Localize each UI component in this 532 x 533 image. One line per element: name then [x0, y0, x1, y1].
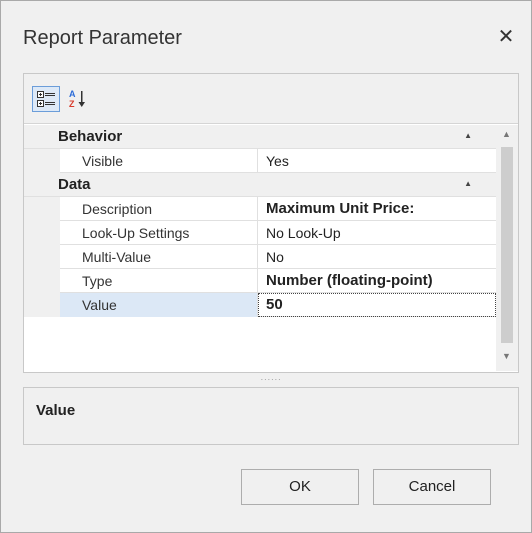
- collapse-icon[interactable]: ▲: [464, 131, 472, 140]
- property-row-value[interactable]: Value 50: [24, 293, 496, 317]
- alphabetical-sort-button[interactable]: A Z: [64, 86, 92, 112]
- close-icon: ✕: [497, 26, 515, 48]
- category-label: Behavior: [58, 128, 123, 145]
- property-value-field[interactable]: Maximum Unit Price:: [258, 197, 496, 221]
- scroll-up-icon[interactable]: ▲: [502, 129, 511, 139]
- property-name: Multi-Value: [60, 245, 258, 269]
- category-data[interactable]: Data ▲: [24, 173, 496, 197]
- property-value-field[interactable]: Yes: [258, 149, 496, 173]
- categorized-view-button[interactable]: [32, 86, 60, 112]
- category-label: Data: [58, 176, 91, 193]
- property-row-visible[interactable]: Visible Yes: [24, 149, 496, 173]
- cancel-button[interactable]: Cancel: [373, 469, 491, 505]
- property-value-field[interactable]: No Look-Up: [258, 221, 496, 245]
- dialog-title: Report Parameter: [23, 27, 182, 49]
- property-name: Type: [60, 269, 258, 293]
- ok-button[interactable]: OK: [241, 469, 359, 505]
- collapse-icon[interactable]: ▲: [464, 179, 472, 188]
- property-value-field[interactable]: No: [258, 245, 496, 269]
- property-row-multi-value[interactable]: Multi-Value No: [24, 245, 496, 269]
- property-name: Value: [60, 293, 258, 317]
- property-value-field[interactable]: Number (floating-point): [258, 269, 496, 293]
- report-parameter-dialog: Report Parameter ✕ A Z Behavior ▲ Visibl…: [0, 0, 532, 533]
- title-bar: Report Parameter ✕: [1, 1, 531, 73]
- scroll-down-icon[interactable]: ▼: [502, 351, 511, 361]
- property-grid-panel: A Z Behavior ▲ Visible Yes Data ▲ Descri…: [23, 73, 519, 373]
- property-name: Description: [60, 197, 258, 221]
- vertical-scrollbar[interactable]: ▲ ▼: [496, 125, 518, 371]
- splitter-handle[interactable]: ∙∙∙∙∙∙: [23, 373, 519, 387]
- svg-text:Z: Z: [69, 99, 75, 109]
- svg-text:A: A: [69, 89, 76, 99]
- property-name: Visible: [60, 149, 258, 173]
- property-row-lookup-settings[interactable]: Look-Up Settings No Look-Up: [24, 221, 496, 245]
- sort-az-icon: A Z: [69, 89, 85, 109]
- value-input[interactable]: 50: [258, 293, 496, 317]
- categorized-icon: [37, 91, 55, 107]
- property-grid-toolbar: A Z: [24, 74, 518, 124]
- close-button[interactable]: ✕: [495, 27, 517, 49]
- category-behavior[interactable]: Behavior ▲: [24, 125, 496, 149]
- scroll-thumb[interactable]: [501, 147, 513, 343]
- description-panel: Value: [23, 387, 519, 445]
- property-grid: Behavior ▲ Visible Yes Data ▲ Descriptio…: [24, 125, 496, 371]
- property-row-type[interactable]: Type Number (floating-point): [24, 269, 496, 293]
- property-row-description[interactable]: Description Maximum Unit Price:: [24, 197, 496, 221]
- property-name: Look-Up Settings: [60, 221, 258, 245]
- description-title: Value: [36, 402, 76, 419]
